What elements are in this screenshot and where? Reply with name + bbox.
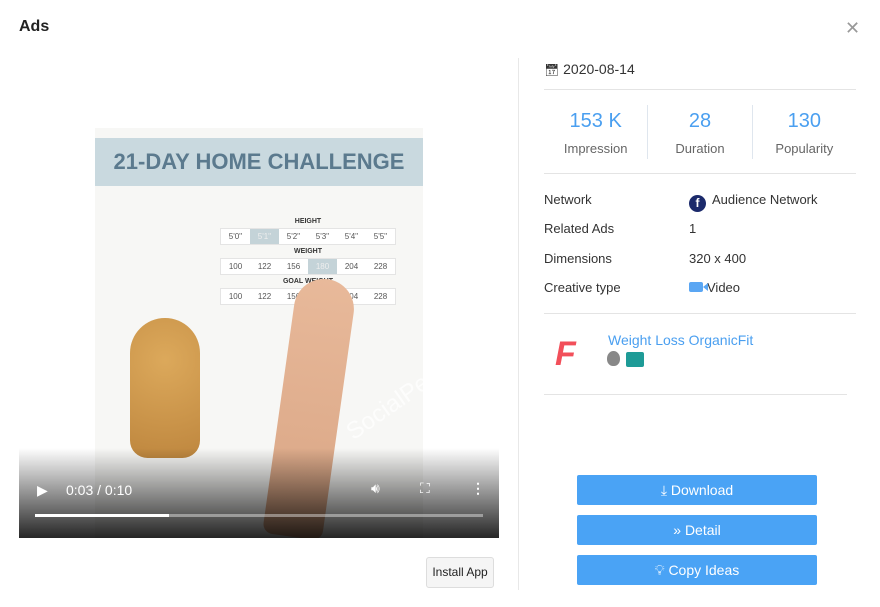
volume-icon[interactable]: 🔊︎ (371, 480, 380, 497)
copy-ideas-button[interactable]: 💡︎ Copy Ideas (577, 555, 817, 585)
download-icon: ⤓ (660, 482, 668, 498)
briefcase-icon (626, 352, 644, 367)
stats: 153 K Impression 28 Duration 130 Popularity (544, 105, 856, 159)
figure-image (130, 318, 200, 458)
video-progress-bar[interactable] (35, 514, 483, 517)
close-icon[interactable]: ✕ (845, 18, 860, 39)
divider (544, 173, 856, 174)
stat-popularity: 130 Popularity (775, 110, 834, 156)
stat-duration: 28 Duration (648, 105, 753, 159)
weight-table: WEIGHT 100 122 156 180 204 228 (220, 248, 396, 275)
facebook-icon: f (689, 195, 706, 212)
divider (544, 313, 856, 314)
ad-info: Network f Audience Network Related Ads 1 Di… (544, 192, 818, 295)
progress-fill (35, 514, 170, 517)
height-table: HEIGHT 5'0'' 5'1'' 5'2'' 5'3'' 5'4'' 5'5'' (220, 218, 396, 245)
play-icon[interactable]: ▶ (37, 482, 48, 499)
apple-icon (607, 351, 620, 366)
video-player[interactable]: 21-DAY HOME CHALLENGE HEIGHT 5'0'' 5'1'' 5… (19, 128, 499, 538)
download-button[interactable]: ⤓ Download (577, 475, 817, 505)
fullscreen-icon[interactable]: ⛶ (420, 480, 430, 497)
app-name-link[interactable]: Weight Loss OrganicFit (608, 332, 753, 348)
double-chevron-icon: » (673, 522, 682, 538)
video-camera-icon (689, 281, 708, 292)
video-time: 0:03 / 0:10 (66, 482, 133, 498)
stat-impression: 153 K Impression (544, 105, 649, 159)
modal-title: Ads (19, 18, 50, 35)
install-app-button[interactable]: Install App (426, 557, 494, 588)
divider (518, 58, 519, 590)
lightbulb-icon: 💡︎ (654, 562, 665, 578)
divider (544, 89, 856, 90)
ad-date: 📅︎ 2020-08-14 (544, 61, 635, 77)
app-logo: F (555, 335, 576, 373)
divider (544, 394, 847, 395)
more-options-icon[interactable]: ⋮ (471, 480, 485, 497)
calendar-icon: 📅︎ (544, 63, 560, 77)
video-banner: 21-DAY HOME CHALLENGE (95, 138, 423, 186)
detail-button[interactable]: » Detail (577, 515, 817, 545)
